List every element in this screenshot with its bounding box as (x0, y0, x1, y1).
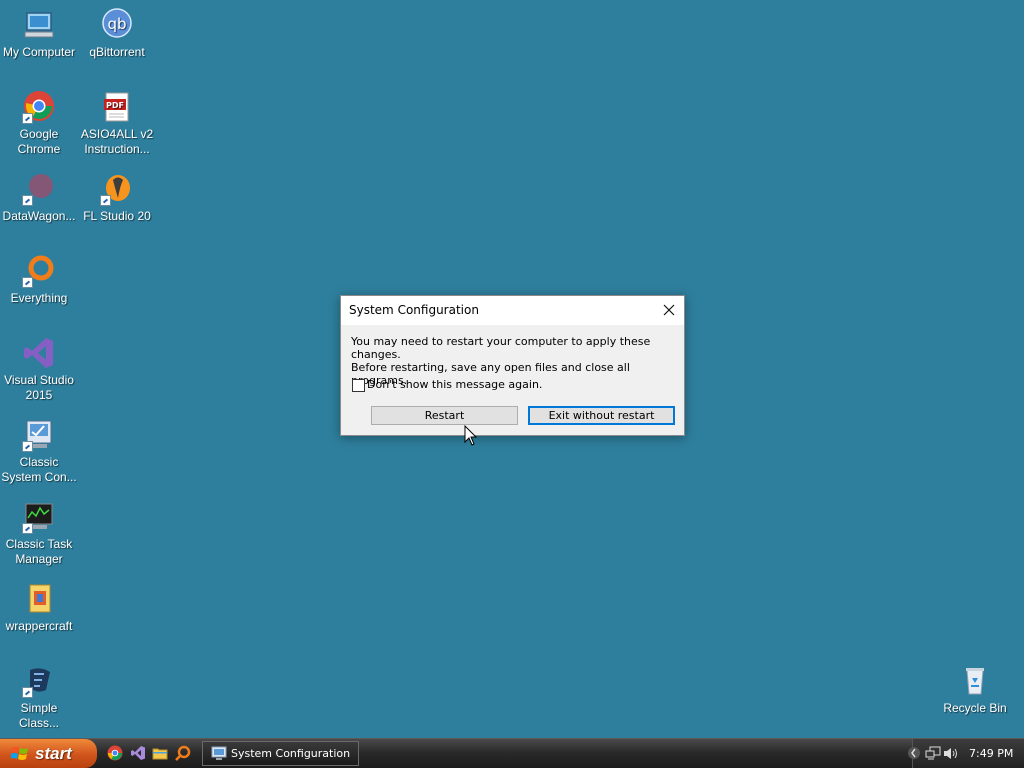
wrappercraft-icon (22, 582, 56, 616)
dialog-titlebar[interactable]: System Configuration (341, 296, 684, 325)
computer-icon (22, 8, 56, 42)
desktop-icon-fl-studio[interactable]: FL Studio 20 (78, 172, 156, 224)
quicklaunch-visual-studio[interactable] (130, 745, 146, 761)
quicklaunch-explorer[interactable] (152, 745, 168, 761)
system-configuration-dialog: System Configuration You may need to res… (340, 295, 685, 436)
desktop-icon-wrappercraft[interactable]: wrappercraft (0, 582, 78, 634)
svg-text:qb: qb (107, 15, 126, 33)
show-hidden-icons-chevron-icon[interactable] (907, 746, 921, 760)
fl-studio-icon (100, 172, 134, 206)
dialog-message-line1: You may need to restart your computer to… (351, 335, 651, 361)
shortcut-arrow-icon (22, 687, 33, 698)
task-manager-icon (22, 500, 56, 534)
desktop-icon-recycle-bin[interactable]: Recycle Bin (936, 664, 1014, 716)
chrome-icon (22, 90, 56, 124)
desktop-icon-everything[interactable]: Everything (0, 254, 78, 306)
everything-search-icon (22, 254, 56, 288)
exit-without-restart-button[interactable]: Exit without restart (528, 406, 675, 425)
desktop-icon-asio4all-pdf[interactable]: PDF ASIO4ALL v2 Instruction... (78, 90, 156, 157)
quicklaunch-everything[interactable] (175, 745, 191, 761)
simple-class-icon (22, 664, 56, 698)
start-label: start (35, 744, 72, 763)
desktop-icon-simple-class[interactable]: Simple Class... (0, 664, 78, 731)
shortcut-arrow-icon (22, 195, 33, 206)
close-button[interactable] (658, 299, 680, 321)
system-config-icon (211, 746, 227, 760)
start-button[interactable]: start (0, 739, 97, 768)
dialog-title: System Configuration (349, 303, 479, 317)
recycle-bin-icon (958, 664, 992, 698)
clock[interactable]: 7:49 PM (969, 747, 1013, 760)
restart-button[interactable]: Restart (371, 406, 518, 425)
quicklaunch-chrome[interactable] (107, 745, 123, 761)
taskbar: start System Configuration 7:49 PM (0, 738, 1024, 768)
pdf-icon: PDF (100, 90, 134, 124)
volume-icon[interactable] (943, 746, 959, 761)
desktop-icon-classic-system-config[interactable]: Classic System Con... (0, 418, 78, 485)
system-tray: 7:49 PM (908, 739, 1024, 768)
shortcut-arrow-icon (22, 277, 33, 288)
shortcut-arrow-icon (22, 523, 33, 534)
chrome-icon (107, 745, 123, 761)
folder-icon (152, 748, 168, 760)
desktop-icon-my-computer[interactable]: My Computer (0, 8, 78, 60)
desktop-icon-qbittorrent[interactable]: qb qBittorrent (78, 8, 156, 60)
everything-search-icon (175, 745, 191, 761)
system-config-icon (22, 418, 56, 452)
taskbar-button-system-configuration[interactable]: System Configuration (202, 741, 359, 766)
desktop-icon-visual-studio[interactable]: Visual Studio 2015 (0, 336, 78, 403)
shortcut-arrow-icon (22, 113, 33, 124)
qbittorrent-icon: qb (100, 8, 134, 42)
windows-logo-icon (11, 747, 28, 760)
desktop-icon-datawagon[interactable]: DataWagon... (0, 172, 78, 224)
desktop-icon-classic-task-manager[interactable]: Classic Task Manager (0, 500, 78, 567)
svg-text:PDF: PDF (106, 101, 124, 110)
shortcut-arrow-icon (22, 441, 33, 452)
taskbar-button-label: System Configuration (231, 747, 351, 760)
close-icon (663, 304, 675, 316)
visual-studio-icon (22, 336, 56, 370)
mouse-cursor-icon (464, 424, 478, 447)
visual-studio-icon (131, 746, 145, 760)
desktop-icon-google-chrome[interactable]: Google Chrome (0, 90, 78, 157)
datawagon-icon (22, 172, 56, 206)
dont-show-again-checkbox[interactable] (352, 379, 365, 392)
shortcut-arrow-icon (100, 195, 111, 206)
dont-show-again-label[interactable]: Don't show this message again. (367, 378, 542, 391)
network-icon[interactable] (925, 746, 941, 761)
